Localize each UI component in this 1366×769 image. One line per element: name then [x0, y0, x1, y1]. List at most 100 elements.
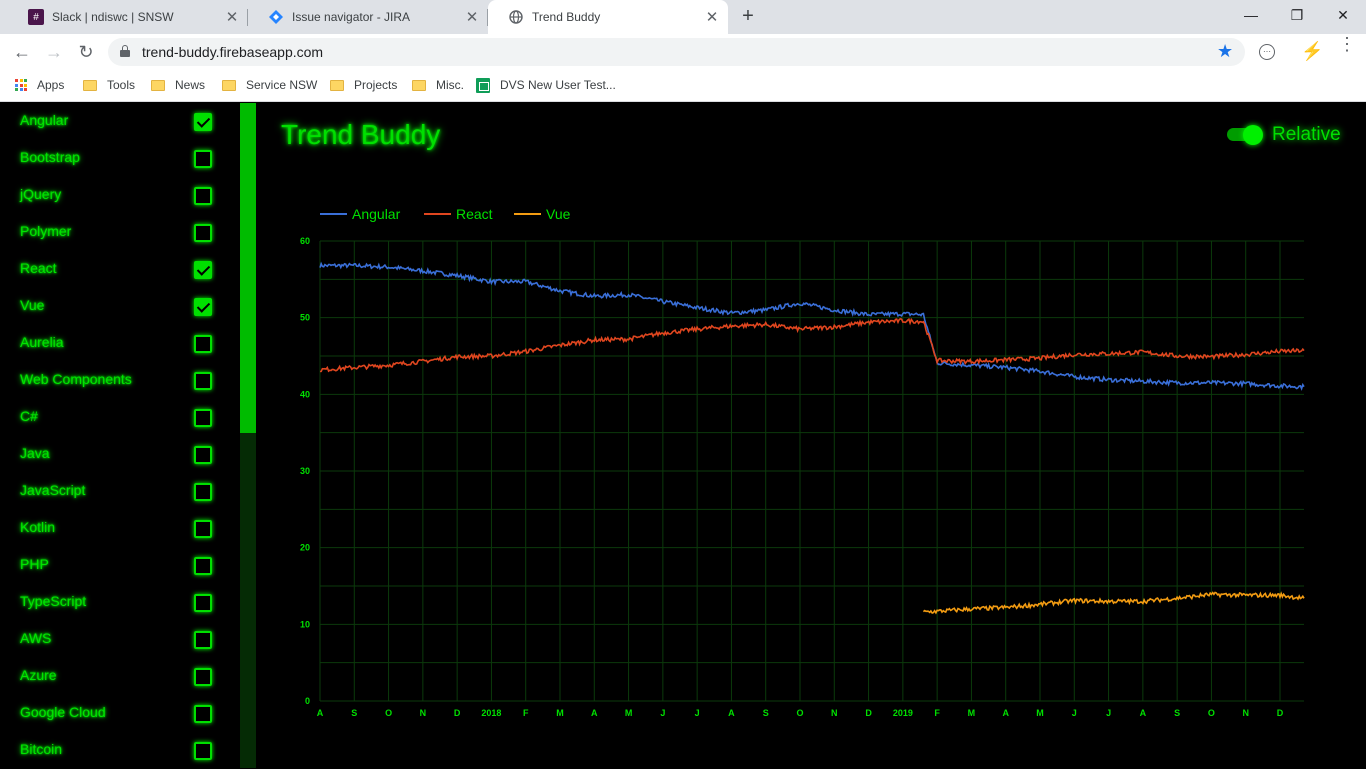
checkbox[interactable]	[194, 631, 212, 649]
folder-icon	[151, 79, 165, 91]
bookmark-dvs[interactable]: DVS New User Test...	[476, 76, 616, 94]
minimize-icon[interactable]: —	[1228, 0, 1274, 30]
y-tick-label: 10	[300, 619, 310, 629]
sidebar-item-bootstrap[interactable]: Bootstrap	[0, 140, 240, 177]
sidebar-item-azure[interactable]: Azure	[0, 658, 240, 695]
extension-bolt-icon[interactable]: ⚡	[1301, 41, 1323, 62]
checkbox[interactable]	[194, 483, 212, 501]
tab-jira[interactable]: Issue navigator - JIRA ✕	[248, 0, 488, 34]
checkbox[interactable]	[194, 150, 212, 168]
tab-slack[interactable]: # Slack | ndiswc | SNSW ✕	[8, 0, 248, 34]
globe-icon	[508, 9, 524, 25]
x-tick-label: A	[1002, 708, 1009, 718]
x-tick-label: S	[763, 708, 769, 718]
sidebar-item-vue[interactable]: Vue	[0, 288, 240, 325]
checkbox[interactable]	[194, 446, 212, 464]
checkbox[interactable]	[194, 520, 212, 538]
close-tab-icon[interactable]: ✕	[464, 8, 480, 26]
sidebar-item-label: Kotlin	[20, 519, 56, 535]
relative-toggle[interactable]	[1227, 125, 1263, 145]
sidebar-item-label: C#	[20, 408, 38, 424]
extension-icon[interactable]: ⋯	[1259, 44, 1275, 60]
sidebar-item-label: Bitcoin	[20, 741, 63, 757]
bookmark-label: Tools	[107, 78, 136, 92]
sidebar-item-angular[interactable]: Angular	[0, 103, 240, 140]
sidebar-item-aws[interactable]: AWS	[0, 621, 240, 658]
tab-trend-buddy[interactable]: Trend Buddy ✕	[488, 0, 728, 34]
close-tab-icon[interactable]: ✕	[704, 8, 720, 26]
back-arrow-icon[interactable]: ←	[9, 39, 35, 65]
sidebar-scrollbar-thumb[interactable]	[240, 103, 256, 433]
checkbox[interactable]	[194, 261, 212, 279]
x-tick-label: A	[728, 708, 735, 718]
sidebar-item-php[interactable]: PHP	[0, 547, 240, 584]
x-tick-label: F	[523, 708, 529, 718]
jira-icon	[268, 9, 284, 25]
checkbox[interactable]	[194, 113, 212, 131]
bookmark-service-nsw[interactable]: Service NSW	[222, 76, 317, 94]
folder-icon	[222, 79, 236, 91]
bookmark-misc[interactable]: Misc.	[412, 76, 464, 94]
tab-title: Trend Buddy	[532, 10, 601, 24]
checkbox[interactable]	[194, 187, 212, 205]
bookmark-tools[interactable]: Tools	[83, 76, 135, 94]
browser-menu-icon[interactable]: ⋮	[1338, 35, 1356, 53]
trend-chart: 0 10 20 30 40 50 60 A S O N D 2018 F M A M J J A S O N D 2019 F M A…	[300, 206, 1305, 718]
sidebar-item-java[interactable]: Java	[0, 436, 240, 473]
y-tick-label: 30	[300, 466, 310, 476]
bookmark-star-icon[interactable]: ★	[1217, 41, 1233, 62]
relative-toggle-label: Relative	[1272, 124, 1341, 145]
sidebar-item-label: Bootstrap	[20, 149, 80, 165]
reload-icon[interactable]: ↻	[73, 39, 99, 65]
x-tick-label: 2019	[893, 708, 913, 718]
x-tick-label: N	[1242, 708, 1249, 718]
sidebar-item-label: JavaScript	[20, 482, 86, 498]
sidebar-item-kotlin[interactable]: Kotlin	[0, 510, 240, 547]
y-tick-label: 40	[300, 389, 310, 399]
sidebar-item-bitcoin[interactable]: Bitcoin	[0, 732, 240, 769]
x-tick-label: D	[865, 708, 872, 718]
forward-arrow-icon[interactable]: →	[41, 39, 67, 65]
lock-icon[interactable]	[120, 45, 130, 57]
y-tick-label: 60	[300, 236, 310, 246]
sidebar-item-javascript[interactable]: JavaScript	[0, 473, 240, 510]
sidebar-item-react[interactable]: React	[0, 251, 240, 288]
sidebar-item-aurelia[interactable]: Aurelia	[0, 325, 240, 362]
sidebar-item-jquery[interactable]: jQuery	[0, 177, 240, 214]
bookmark-apps[interactable]: Apps	[15, 76, 64, 94]
checkbox[interactable]	[194, 335, 212, 353]
url-text[interactable]: trend-buddy.firebaseapp.com	[142, 44, 323, 60]
tab-title: Slack | ndiswc | SNSW	[52, 10, 174, 24]
sidebar-item-label: Java	[20, 445, 50, 461]
close-tab-icon[interactable]: ✕	[224, 8, 240, 26]
sidebar-item-google-cloud[interactable]: Google Cloud	[0, 695, 240, 732]
sidebar-item-polymer[interactable]: Polymer	[0, 214, 240, 251]
x-tick-label: N	[420, 708, 427, 718]
x-tick-label: A	[591, 708, 598, 718]
checkbox[interactable]	[194, 742, 212, 760]
new-tab-plus-icon[interactable]: +	[737, 5, 759, 27]
checkbox[interactable]	[194, 409, 212, 427]
sidebar-item-label: Google Cloud	[20, 704, 106, 720]
checkbox[interactable]	[194, 557, 212, 575]
checkbox[interactable]	[194, 705, 212, 723]
sidebar-item-c[interactable]: C#	[0, 399, 240, 436]
close-window-icon[interactable]: ✕	[1320, 0, 1366, 30]
slack-icon: #	[28, 9, 44, 25]
bookmark-news[interactable]: News	[151, 76, 205, 94]
folder-icon	[330, 79, 344, 91]
sidebar-item-label: Azure	[20, 667, 57, 683]
checkbox[interactable]	[194, 668, 212, 686]
sidebar-item-web-components[interactable]: Web Components	[0, 362, 240, 399]
bookmark-projects[interactable]: Projects	[330, 76, 397, 94]
restore-icon[interactable]: ❐	[1274, 0, 1320, 30]
checkbox[interactable]	[194, 298, 212, 316]
folder-icon	[412, 79, 426, 91]
checkbox[interactable]	[194, 372, 212, 390]
sidebar-item-typescript[interactable]: TypeScript	[0, 584, 240, 621]
checkbox[interactable]	[194, 224, 212, 242]
checkbox[interactable]	[194, 594, 212, 612]
sidebar-item-label: jQuery	[20, 186, 62, 202]
folder-icon	[83, 79, 97, 91]
x-tick-label: S	[1174, 708, 1180, 718]
